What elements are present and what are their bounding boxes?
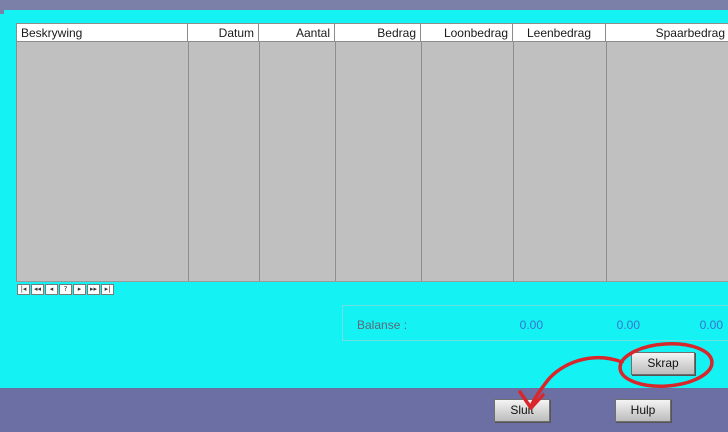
grid-header: Beskrywing Datum Aantal Bedrag Loonbedra…	[17, 24, 728, 42]
last-record-icon[interactable]: ▸|	[101, 284, 114, 295]
prev-page-icon[interactable]: ◂◂	[31, 284, 44, 295]
balance-label: Balanse :	[357, 318, 408, 332]
hulp-button[interactable]: Hulp	[615, 399, 671, 422]
balance-value-3: 0.00	[699, 318, 723, 332]
sluit-button[interactable]: Sluit	[494, 399, 550, 422]
first-record-icon[interactable]: |◂	[17, 284, 30, 295]
column-divider	[335, 42, 336, 282]
column-divider	[421, 42, 422, 282]
grid-bottom-border	[16, 281, 728, 282]
column-divider	[259, 42, 260, 282]
balance-value-1: 0.00	[519, 318, 543, 332]
column-header-spaarbedrag[interactable]: Spaarbedrag	[606, 24, 728, 41]
help-icon[interactable]: ?	[59, 284, 72, 295]
balance-value-2: 0.00	[616, 318, 640, 332]
column-header-aantal[interactable]: Aantal	[259, 24, 335, 41]
column-header-beskrywing[interactable]: Beskrywing	[17, 24, 188, 41]
record-navigator: |◂ ◂◂ ◂ ? ▸ ▸▸ ▸|	[17, 284, 114, 295]
next-page-icon[interactable]: ▸▸	[87, 284, 100, 295]
next-record-icon[interactable]: ▸	[73, 284, 86, 295]
column-divider	[606, 42, 607, 282]
skrap-button[interactable]: Skrap	[631, 352, 695, 375]
column-header-datum[interactable]: Datum	[188, 24, 259, 41]
transactions-grid[interactable]: Beskrywing Datum Aantal Bedrag Loonbedra…	[16, 23, 728, 282]
column-header-loonbedrag[interactable]: Loonbedrag	[421, 24, 513, 41]
balance-panel: Balanse : 0.00 0.00 0.00	[342, 305, 728, 341]
window-top-strip	[0, 0, 728, 14]
column-header-bedrag[interactable]: Bedrag	[335, 24, 421, 41]
column-divider	[513, 42, 514, 282]
prev-record-icon[interactable]: ◂	[45, 284, 58, 295]
column-header-leenbedrag[interactable]: Leenbedrag	[513, 24, 606, 41]
column-divider	[188, 42, 189, 282]
